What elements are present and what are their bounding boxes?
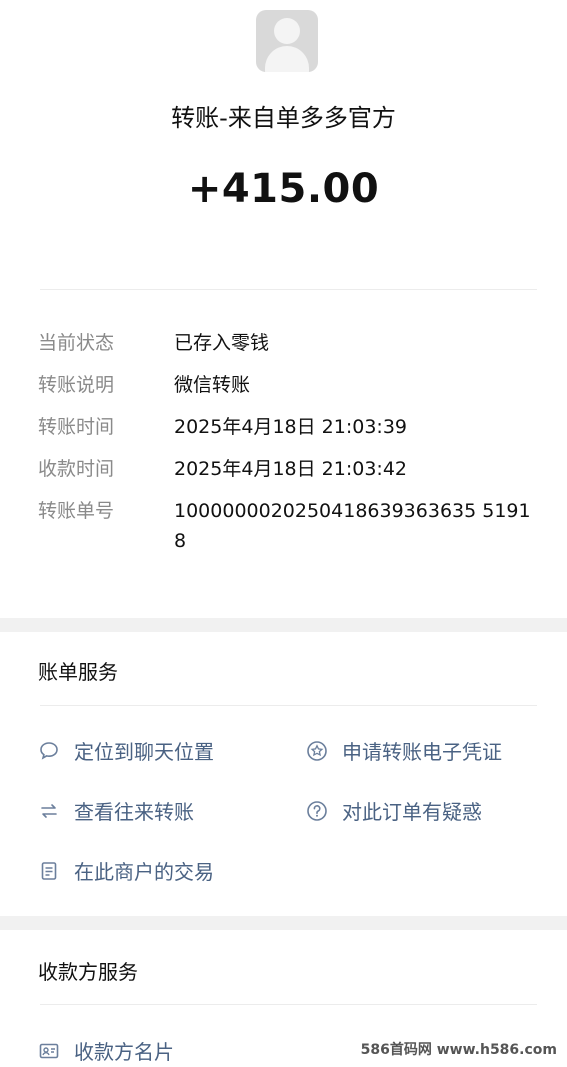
section-separator bbox=[0, 916, 567, 930]
question-circle-icon bbox=[304, 798, 330, 824]
section-separator bbox=[0, 618, 567, 632]
detail-label: 转账单号 bbox=[38, 500, 115, 522]
detail-row-transfer-id: 转账单号 1000000020250418639363635 51918 bbox=[0, 490, 567, 562]
order-question-button[interactable]: 对此订单有疑惑 bbox=[304, 796, 482, 825]
swap-arrows-icon bbox=[36, 798, 62, 824]
transfer-amount: +415.00 bbox=[187, 166, 380, 212]
apply-voucher-button[interactable]: 申请转账电子凭证 bbox=[304, 736, 502, 765]
service-label: 收款方名片 bbox=[74, 1040, 174, 1064]
transfer-details: 当前状态 已存入零钱 转账说明 微信转账 转账时间 2025年4月18日 21:… bbox=[0, 322, 567, 562]
detail-row-receive-time: 收款时间 2025年4月18日 21:03:42 bbox=[0, 448, 567, 490]
document-icon bbox=[36, 858, 62, 884]
watermark: 586首码网 www.h586.com bbox=[356, 1037, 561, 1061]
detail-label: 收款时间 bbox=[38, 458, 115, 480]
bill-services-divider bbox=[40, 705, 537, 706]
detail-value: 微信转账 bbox=[174, 374, 251, 396]
detail-label: 转账说明 bbox=[38, 374, 115, 396]
service-label: 查看往来转账 bbox=[74, 800, 194, 824]
detail-label: 转账时间 bbox=[38, 416, 115, 438]
avatar-body bbox=[265, 46, 309, 72]
transfer-header: 转账-来自单多多官方 +415.00 bbox=[0, 0, 567, 290]
transfer-id-value[interactable]: 1000000020250418639363635 51918 bbox=[174, 496, 539, 556]
merchant-transactions-button[interactable]: 在此商户的交易 bbox=[36, 856, 214, 885]
header-divider bbox=[40, 289, 537, 290]
locate-chat-button[interactable]: 定位到聊天位置 bbox=[36, 736, 214, 765]
detail-row-status: 当前状态 已存入零钱 bbox=[0, 322, 567, 364]
contact-card-icon bbox=[36, 1038, 62, 1064]
badge-star-icon bbox=[304, 738, 330, 764]
service-label: 申请转账电子凭证 bbox=[342, 740, 502, 764]
chat-bubble-icon bbox=[36, 738, 62, 764]
service-label: 在此商户的交易 bbox=[74, 860, 214, 884]
detail-value: 2025年4月18日 21:03:39 bbox=[174, 416, 407, 438]
avatar-head bbox=[274, 18, 300, 44]
service-label: 对此订单有疑惑 bbox=[342, 800, 482, 824]
view-transfers-button[interactable]: 查看往来转账 bbox=[36, 796, 194, 825]
detail-row-note: 转账说明 微信转账 bbox=[0, 364, 567, 406]
detail-row-transfer-time: 转账时间 2025年4月18日 21:03:39 bbox=[0, 406, 567, 448]
transfer-title: 转账-来自单多多官方 bbox=[171, 104, 396, 132]
transfer-detail-page: 转账-来自单多多官方 +415.00 当前状态 已存入零钱 转账说明 微信转账 … bbox=[0, 0, 567, 1067]
detail-value: 2025年4月18日 21:03:42 bbox=[174, 458, 407, 480]
payee-services-divider bbox=[40, 1004, 537, 1005]
bill-services-title: 账单服务 bbox=[38, 660, 118, 684]
detail-value: 已存入零钱 bbox=[174, 332, 270, 354]
payee-services-title: 收款方服务 bbox=[38, 960, 138, 984]
detail-label: 当前状态 bbox=[38, 332, 115, 354]
service-label: 定位到聊天位置 bbox=[74, 740, 214, 764]
avatar[interactable] bbox=[256, 10, 318, 72]
payee-card-button[interactable]: 收款方名片 bbox=[36, 1036, 174, 1065]
